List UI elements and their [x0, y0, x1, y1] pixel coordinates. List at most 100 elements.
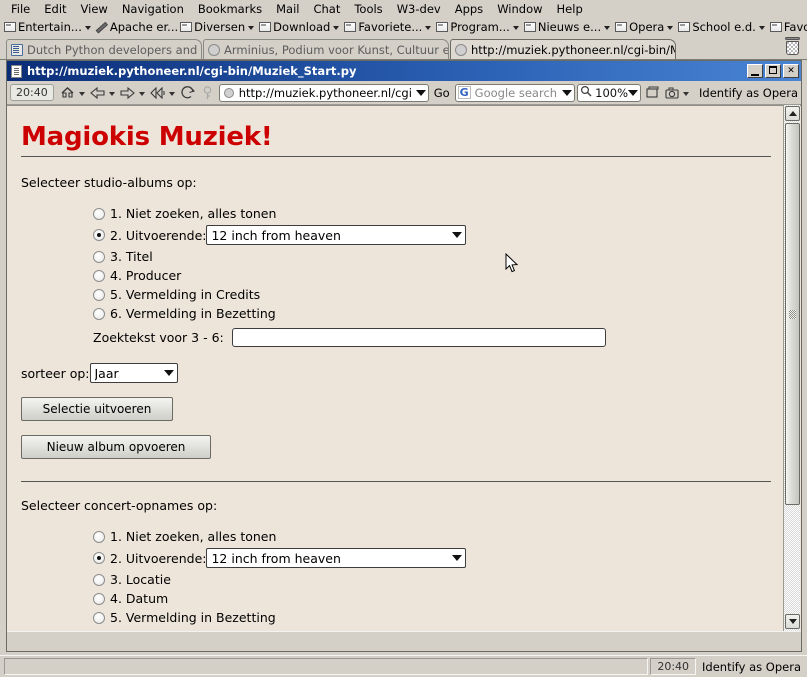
concert-option-3[interactable]: 3. Locatie — [93, 570, 771, 589]
option-label: 5. Vermelding in Bezetting — [110, 610, 276, 625]
nieuw-album-opvoeren-button[interactable]: Nieuw album opvoeren — [21, 435, 211, 459]
scroll-up-button[interactable] — [785, 106, 800, 121]
status-identify[interactable]: Identify as Opera — [696, 660, 807, 674]
bookmark-favorieten-1[interactable]: Favoriete... — [343, 20, 435, 34]
selectie-uitvoeren-button[interactable]: Selectie uitvoeren — [21, 397, 173, 421]
search-dropdown-icon[interactable] — [562, 89, 573, 96]
search-input[interactable]: Google search — [475, 86, 558, 100]
bookmark-nieuws[interactable]: Nieuws e... — [523, 20, 614, 34]
zoom-dropdown-icon[interactable] — [628, 89, 639, 96]
concert-option-1[interactable]: 1. Niet zoeken, alles tonen — [93, 527, 771, 546]
scroll-down-button[interactable] — [785, 614, 800, 629]
radio-icon[interactable] — [93, 288, 105, 301]
menu-item-navigation[interactable]: Navigation — [115, 1, 191, 17]
menu-item-edit[interactable]: Edit — [37, 1, 73, 17]
menu-item-file[interactable]: File — [4, 1, 37, 17]
bookmark-school[interactable]: School e.d. — [677, 20, 769, 34]
radio-icon[interactable] — [93, 573, 105, 586]
studio-sort-select[interactable]: Jaar — [89, 363, 178, 383]
concert-option-4[interactable]: 4. Datum — [93, 589, 771, 608]
scrollbar-thumb[interactable] — [785, 123, 800, 505]
menu-item-tools[interactable]: Tools — [347, 1, 389, 17]
zoom-value: 100% — [595, 85, 629, 100]
studio-option-6[interactable]: 6. Vermelding in Bezetting — [93, 304, 771, 323]
forward-icon[interactable] — [119, 84, 137, 102]
trash-icon — [785, 37, 801, 55]
search-bar[interactable]: G Google search — [454, 83, 576, 102]
menu-item-mail[interactable]: Mail — [269, 1, 306, 17]
concert-option-2[interactable]: 2. Uitvoerende: 12 inch from heaven — [93, 546, 771, 570]
radio-icon[interactable] — [93, 592, 105, 605]
camera-icon[interactable] — [663, 84, 681, 102]
chevron-down-icon[interactable] — [683, 92, 690, 96]
page-scrollbar[interactable] — [783, 105, 800, 631]
bookmark-apache[interactable]: Apache er... — [95, 20, 179, 34]
radio-icon[interactable] — [93, 269, 105, 282]
menu-item-bookmarks[interactable]: Bookmarks — [191, 1, 269, 17]
chevron-down-icon[interactable] — [425, 26, 432, 30]
search-label: Zoektekst voor 3 - 6: — [93, 330, 224, 345]
studio-option-5[interactable]: 5. Vermelding in Credits — [93, 285, 771, 304]
bookmark-programmas[interactable]: Program... — [435, 20, 523, 34]
address-input[interactable]: http://muziek.pythoneer.nl/cgi-bin/ — [239, 86, 412, 100]
chevron-down-icon[interactable] — [512, 26, 519, 30]
chevron-down-icon[interactable] — [248, 26, 255, 30]
bookmark-favorieten-2[interactable]: Favoriete... — [769, 20, 807, 34]
concert-uitvoerende-select[interactable]: 12 inch from heaven — [206, 548, 467, 568]
radio-icon[interactable] — [93, 207, 105, 220]
studio-option-3[interactable]: 3. Titel — [93, 247, 771, 266]
menu-item-apps[interactable]: Apps — [448, 1, 490, 17]
radio-icon[interactable] — [93, 229, 105, 241]
zoom-control[interactable]: 100% — [577, 83, 642, 102]
radio-icon[interactable] — [93, 611, 105, 624]
radio-icon[interactable] — [93, 530, 105, 543]
menu-item-w3dev[interactable]: W3-dev — [390, 1, 448, 17]
trash-button[interactable] — [785, 37, 801, 55]
tab-arminius[interactable]: Arminius, Podium voor Kunst, Cultuur en … — [203, 39, 449, 59]
identify-as-label[interactable]: Identify as Opera — [699, 86, 798, 100]
studio-uitvoerende-select[interactable]: 12 inch from heaven — [206, 225, 467, 245]
menu-item-help[interactable]: Help — [550, 1, 590, 17]
chevron-down-icon[interactable] — [84, 26, 91, 30]
menu-item-view[interactable]: View — [74, 1, 115, 17]
page-icon — [11, 43, 23, 56]
rewind-icon[interactable] — [149, 84, 167, 102]
bookmark-opera[interactable]: Opera — [614, 20, 677, 34]
chevron-down-icon[interactable] — [108, 92, 115, 96]
radio-icon[interactable] — [93, 250, 105, 263]
go-button[interactable]: Go — [431, 86, 453, 100]
address-bar[interactable]: http://muziek.pythoneer.nl/cgi-bin/ — [218, 83, 429, 102]
studio-search-input[interactable] — [231, 328, 606, 347]
bookmark-entertainment[interactable]: Entertain... — [3, 20, 95, 34]
chevron-down-icon[interactable] — [78, 92, 85, 96]
reload-icon[interactable] — [179, 84, 197, 102]
close-button[interactable]: ✕ — [783, 64, 799, 78]
key-icon[interactable] — [199, 84, 217, 102]
bookmark-download[interactable]: Download — [258, 20, 343, 34]
panel-icon[interactable] — [643, 84, 661, 102]
chevron-down-icon[interactable] — [168, 92, 175, 96]
chevron-down-icon[interactable] — [138, 92, 145, 96]
chevron-down-icon[interactable] — [604, 26, 611, 30]
maximize-button[interactable] — [765, 64, 781, 78]
studio-option-4[interactable]: 4. Producer — [93, 266, 771, 285]
radio-icon[interactable] — [93, 552, 105, 564]
concert-option-5[interactable]: 5. Vermelding in Bezetting — [93, 608, 771, 627]
chevron-down-icon[interactable] — [758, 26, 765, 30]
address-dropdown-icon[interactable] — [415, 89, 426, 96]
back-icon[interactable] — [89, 84, 107, 102]
tab-muziek-pythoneer[interactable]: http://muziek.pythoneer.nl/cgi-bin/Muzie… — [450, 39, 676, 59]
menu-item-chat[interactable]: Chat — [306, 1, 347, 17]
chevron-down-icon[interactable] — [333, 26, 340, 30]
menu-item-window[interactable]: Window — [490, 1, 549, 17]
tab-dutch-python[interactable]: Dutch Python developers and users — [6, 39, 202, 59]
section-studio-albums: Selecteer studio-albums op: 1. Niet zoek… — [21, 175, 771, 459]
home-icon[interactable] — [59, 84, 77, 102]
chevron-down-icon[interactable] — [667, 26, 674, 30]
bookmark-diversen[interactable]: Diversen — [179, 20, 258, 34]
studio-option-1[interactable]: 1. Niet zoeken, alles tonen — [93, 204, 771, 223]
option-label: 1. Niet zoeken, alles tonen — [110, 529, 277, 544]
minimize-button[interactable] — [747, 64, 763, 78]
radio-icon[interactable] — [93, 307, 105, 320]
studio-option-2[interactable]: 2. Uitvoerende: 12 inch from heaven — [93, 223, 771, 247]
